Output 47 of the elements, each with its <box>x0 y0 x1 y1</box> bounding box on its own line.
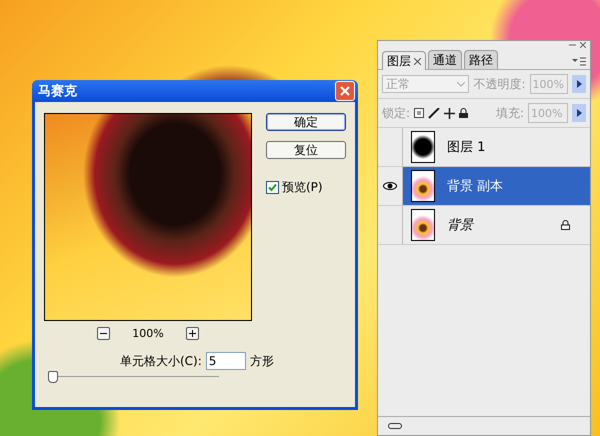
move-icon[interactable] <box>444 108 456 118</box>
dialog-title: 马赛克 <box>38 82 77 100</box>
layer-row[interactable]: 背景 副本 <box>378 167 590 206</box>
fill-arrow-button[interactable] <box>572 104 586 122</box>
unit-label: 方形 <box>250 352 274 370</box>
plus-icon <box>188 330 196 337</box>
visibility-toggle[interactable] <box>378 167 403 205</box>
link-icon[interactable] <box>388 423 402 429</box>
layer-thumbnail <box>411 209 435 241</box>
minimize-icon[interactable] <box>569 42 576 48</box>
panel-tab[interactable]: 路径 <box>464 50 498 69</box>
layer-name: 背景 <box>447 217 475 234</box>
dialog-button[interactable]: 确定 <box>266 113 346 131</box>
zoom-level: 100% <box>132 327 164 340</box>
close-button[interactable] <box>335 81 355 101</box>
opacity-label: 不透明度: <box>473 76 526 92</box>
layer-thumbnail <box>411 170 435 202</box>
triangle-right-icon <box>576 80 582 88</box>
layer-name: 图层 1 <box>447 139 486 156</box>
preview-checkbox[interactable] <box>266 181 279 194</box>
eye-icon <box>383 182 397 190</box>
zoom-in-button[interactable] <box>186 327 199 340</box>
layer-row[interactable]: 背景 <box>378 206 590 245</box>
tab-close-icon[interactable] <box>414 58 421 64</box>
zoom-out-button[interactable] <box>97 327 110 340</box>
close-icon <box>339 85 351 97</box>
layer-thumbnail <box>411 131 435 163</box>
slider-thumb[interactable] <box>48 371 58 383</box>
lock-icon[interactable] <box>459 108 468 118</box>
brush-icon[interactable] <box>428 108 440 118</box>
cell-size-field[interactable]: 5 <box>206 352 246 370</box>
minus-icon <box>100 330 108 337</box>
panel-menu-icon[interactable] <box>572 57 586 66</box>
panel-tab[interactable]: 通道 <box>428 50 462 69</box>
triangle-right-icon <box>576 109 582 117</box>
layer-row[interactable]: 图层 1 <box>378 128 590 167</box>
preview-label: 预览(P) <box>282 179 323 196</box>
fill-label: 填充: <box>496 104 524 122</box>
chevron-down-icon <box>457 82 466 86</box>
panel-tab[interactable]: 图层 <box>382 51 426 70</box>
lock-transparent-icon[interactable] <box>414 108 424 118</box>
opacity-arrow-button[interactable] <box>572 75 586 93</box>
close-icon[interactable] <box>580 42 586 48</box>
cell-size-label: 单元格大小(C): <box>120 352 202 370</box>
lock-label: 锁定: <box>382 104 410 122</box>
dialog-button[interactable]: 复位 <box>266 141 346 159</box>
layer-name: 背景 副本 <box>447 178 504 195</box>
